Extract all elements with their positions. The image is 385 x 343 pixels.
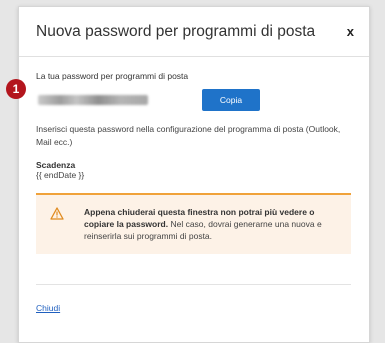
warning-text: Appena chiuderai questa finestra non pot… [84, 206, 337, 242]
password-label: La tua password per programmi di posta [36, 71, 189, 81]
password-dialog: Nuova password per programmi di posta x … [6, 6, 370, 343]
password-hint: Inserisci questa password nella configur… [36, 124, 341, 147]
dialog-content: La tua password per programmi di posta C… [19, 57, 369, 313]
password-value-obscured [38, 95, 148, 105]
close-button[interactable]: x [347, 24, 354, 39]
step-marker-badge: 1 [6, 79, 26, 99]
dialog-header: Nuova password per programmi di posta x [19, 7, 369, 57]
copy-button[interactable]: Copia [202, 89, 260, 111]
footer-divider [36, 284, 351, 285]
password-row: Copia [36, 89, 351, 111]
warning-icon [50, 207, 70, 222]
dialog-title: Nuova password per programmi di posta [36, 22, 316, 40]
warning-box: Appena chiuderai questa finestra non pot… [36, 193, 351, 254]
expiry-title: Scadenza [36, 160, 76, 170]
close-link[interactable]: Chiudi [36, 303, 60, 313]
expiry-value: {{ endDate }} [36, 170, 85, 180]
